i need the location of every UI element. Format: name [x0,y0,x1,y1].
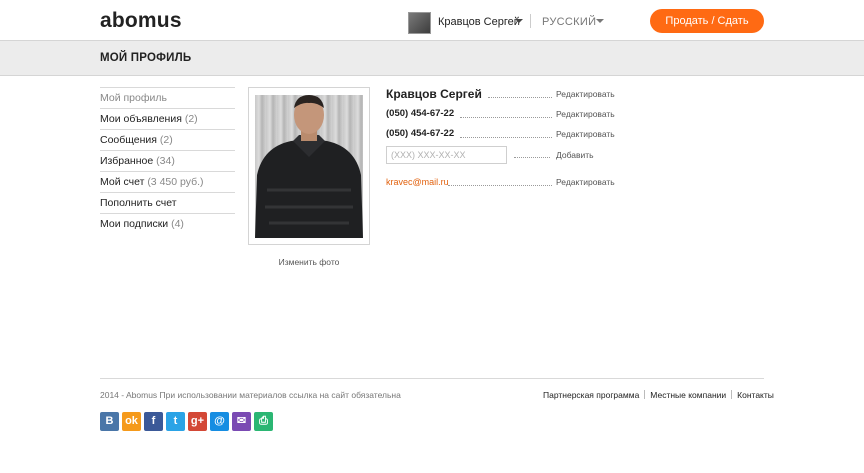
edit-phone-link[interactable]: Редактировать [556,129,615,139]
footer-links: Партнерская программа Местные компании Кон… [543,390,774,400]
change-photo-link[interactable]: Изменить фото [248,257,370,267]
phone-row-2: (050) 454-67-22 Редактировать [386,127,616,141]
profile-photo [255,95,363,238]
twitter-icon[interactable]: t [166,412,185,431]
sell-rent-button[interactable]: Продать / Сдать [650,9,764,33]
sidebar-item-count: (4) [171,218,184,230]
edit-phone-link[interactable]: Редактировать [556,109,615,119]
sidebar-item-my-ads[interactable]: Мои объявления (2) [100,108,235,129]
language-selector[interactable]: РУССКИЙ [542,16,596,28]
profile-photo-frame [248,87,370,245]
dotted-leader [514,157,550,158]
profile-name-row: Кравцов Сергей Редактировать [386,87,616,101]
sidebar-item-count: (2) [159,134,173,146]
sidebar-item-my-account[interactable]: Мой счет (3 450 руб.) [100,171,235,192]
logo[interactable]: abomus [100,9,182,33]
add-phone-row: Добавить [386,148,616,162]
sidebar-item-count: (3 450 руб.) [147,176,204,188]
footer-divider [100,378,764,379]
dotted-leader [448,185,552,186]
sidebar-item-messages[interactable]: Сообщения (2) [100,129,235,150]
user-menu-name[interactable]: Кравцов Сергей [438,16,520,28]
footer-link-partner-program[interactable]: Партнерская программа [543,390,639,400]
add-phone-link[interactable]: Добавить [556,150,594,160]
sidebar-item-label: Мои подписки [100,218,169,230]
page-title: МОЙ ПРОФИЛЬ [100,52,192,64]
user-avatar[interactable] [408,12,431,34]
print-icon[interactable]: ⎙ [254,412,273,431]
sidebar-nav: Мой профиль Мои объявления (2) Сообщения… [100,87,235,234]
profile-name: Кравцов Сергей [386,87,482,101]
sidebar-item-count: (34) [156,155,175,167]
user-menu-chevron-down-icon[interactable] [515,19,523,23]
footer-link-divider [644,390,646,399]
sidebar-item-label: Пополнить счет [100,197,177,209]
sidebar-item-top-up[interactable]: Пополнить счет [100,192,235,213]
sidebar-item-count: (2) [184,113,198,125]
phone-row-1: (050) 454-67-22 Редактировать [386,107,616,121]
footer-link-contacts[interactable]: Контакты [737,390,774,400]
dotted-leader [460,137,552,138]
sidebar-item-label: Мой профиль [100,92,167,104]
odnoklassniki-icon[interactable]: ok [122,412,141,431]
sidebar-item-my-profile[interactable]: Мой профиль [100,87,235,108]
sidebar-item-label: Мой счет [100,176,145,188]
copyright-text: 2014 - Abomus При использовании материал… [100,390,401,400]
mail-ru-icon[interactable]: @ [210,412,229,431]
email-icon[interactable]: ✉ [232,412,251,431]
dotted-leader [488,97,552,98]
dotted-leader [460,117,552,118]
google-plus-icon[interactable]: g+ [188,412,207,431]
sidebar-item-label: Сообщения [100,134,157,146]
sidebar-item-subscriptions[interactable]: Мои подписки (4) [100,213,235,234]
email-link[interactable]: kravec@mail.ru [386,177,449,187]
header-divider [530,14,531,28]
footer-link-local-companies[interactable]: Местные компании [650,390,726,400]
sidebar-item-label: Избранное [100,155,154,167]
phone-number: (050) 454-67-22 [386,128,455,139]
sidebar-item-label: Мои объявления [100,113,182,125]
phone-number: (050) 454-67-22 [386,108,455,119]
edit-email-link[interactable]: Редактировать [556,177,615,187]
sidebar-item-favorites[interactable]: Избранное (34) [100,150,235,171]
vk-icon[interactable]: B [100,412,119,431]
facebook-icon[interactable]: f [144,412,163,431]
person-photo-icon [255,95,363,238]
social-share-bar: Bok f t g+ @ ✉ ⎙ [100,412,273,431]
language-chevron-down-icon[interactable] [596,19,604,23]
footer-link-divider [731,390,733,399]
email-row: kravec@mail.ru Редактировать [386,175,616,189]
edit-name-link[interactable]: Редактировать [556,89,615,99]
